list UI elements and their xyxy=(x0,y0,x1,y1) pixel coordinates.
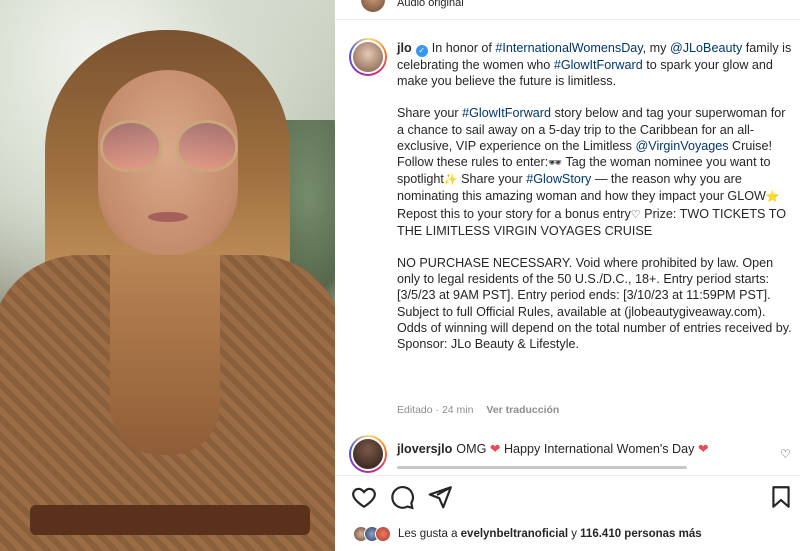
likes-count[interactable]: 116.410 personas más xyxy=(580,528,701,540)
hashtag-link[interactable]: #InternationalWomensDay xyxy=(495,41,642,55)
header-avatar[interactable] xyxy=(361,0,385,12)
caption-text: In honor of xyxy=(431,41,496,55)
caption-text: Share your xyxy=(457,172,527,187)
sparkles-emoji-icon: ✨ xyxy=(443,174,458,187)
post-header: Audio original xyxy=(335,0,800,14)
edited-timestamp: Editado · 24 min xyxy=(397,404,474,416)
likes-summary[interactable]: Les gusta a evelynbeltranoficial y 116.4… xyxy=(353,524,702,544)
hashtag-link[interactable]: #GlowStory xyxy=(526,172,591,186)
subject-lips xyxy=(148,212,188,222)
comment-username[interactable]: jloversjlo xyxy=(397,442,452,456)
subject-sunglasses xyxy=(96,120,242,176)
comment-like-icon[interactable]: ♡ xyxy=(780,447,791,461)
post-media[interactable] xyxy=(0,0,335,551)
action-bar xyxy=(335,484,800,512)
liker-avatar xyxy=(375,526,391,542)
comment-text: OMG xyxy=(456,442,490,456)
caption-avatar[interactable] xyxy=(349,38,387,76)
hashtag-link[interactable]: #GlowItForward xyxy=(462,106,551,120)
mention-link[interactable]: @JLoBeauty xyxy=(670,41,742,55)
heart-icon[interactable] xyxy=(351,484,377,510)
caption-username[interactable]: jlo xyxy=(397,41,412,55)
caption-text: NO PURCHASE NECESSARY. Void where prohib… xyxy=(397,256,792,352)
caption-text: Share your xyxy=(397,106,463,121)
red-heart-emoji-icon: ❤ xyxy=(489,442,501,456)
audio-label[interactable]: Audio original xyxy=(397,0,464,9)
divider xyxy=(335,19,800,20)
caption-text: Repost this to your story for a bonus en… xyxy=(397,206,631,221)
star-emoji-icon: ⭐ xyxy=(765,191,780,204)
likes-text: Les gusta a evelynbeltranoficial y 116.4… xyxy=(398,528,702,540)
hashtag-link[interactable]: #GlowItForward xyxy=(554,58,643,72)
caption-text: Follow these rules to enter: xyxy=(397,155,549,170)
comment-icon[interactable] xyxy=(389,484,415,510)
divider xyxy=(335,475,800,476)
comment-text: Happy International Women's Day xyxy=(500,442,698,456)
heart-emoji-icon: ♡ xyxy=(630,208,641,221)
sunglasses-emoji-icon: 🕶 xyxy=(548,157,563,170)
comment-avatar[interactable] xyxy=(349,435,387,473)
red-heart-emoji-icon: ❤ xyxy=(697,442,709,456)
translate-button[interactable]: Ver traducción xyxy=(486,404,559,416)
liker-username[interactable]: evelynbeltranoficial xyxy=(461,528,568,540)
caption-text: , my xyxy=(642,41,670,55)
share-icon[interactable] xyxy=(427,484,453,510)
post-caption: jlo ✓ In honor of #InternationalWomensDay,… xyxy=(397,40,792,352)
post-sidebar: Audio original jlo ✓ In honor of #Internat… xyxy=(335,0,800,551)
mention-link[interactable]: @VirginVoyages xyxy=(635,139,728,153)
comment: jloversjlo OMG ❤ Happy International Wome… xyxy=(397,441,709,456)
bookmark-icon[interactable] xyxy=(768,484,794,510)
cut-off-comment xyxy=(397,463,717,469)
verified-icon: ✓ xyxy=(415,45,428,57)
caption-text: Cruise! xyxy=(728,138,772,153)
post-meta: Editado · 24 min Ver traducción xyxy=(397,404,559,416)
subject-belt xyxy=(30,505,310,535)
